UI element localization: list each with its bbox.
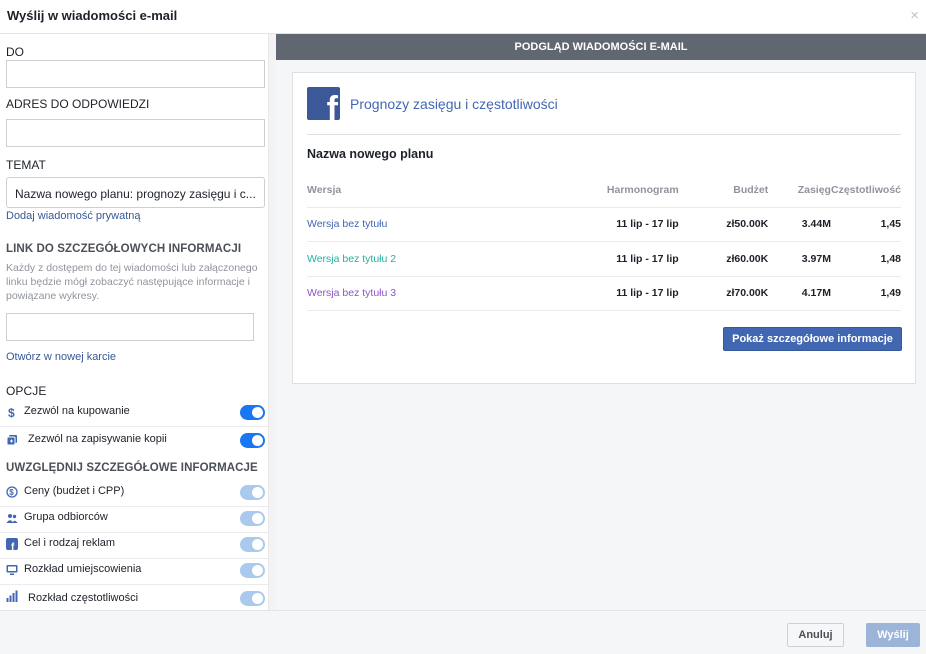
include-label: Ceny (budżet i CPP) xyxy=(24,485,125,497)
to-input[interactable] xyxy=(6,60,265,88)
plan-name: Nazwa nowego planu xyxy=(307,147,434,161)
app-title: Prognozy zasięgu i częstotliwości xyxy=(350,96,558,112)
bar-chart-icon xyxy=(6,590,18,602)
include-label: Cel i rodzaj reklam xyxy=(24,537,116,549)
column-header-schedule: Harmonogram xyxy=(545,174,679,208)
options-heading: OPCJE xyxy=(6,384,47,398)
include-label: Rozkład częstotliwości xyxy=(28,592,139,604)
include-objective: f Cel i rodzaj reklam xyxy=(0,533,268,559)
include-frequency: Rozkład częstotliwości xyxy=(0,585,268,610)
dialog-title: Wyślij w wiadomości e-mail xyxy=(7,8,178,23)
allow-purchase-toggle[interactable] xyxy=(240,405,265,420)
column-header-reach: Zasięg xyxy=(768,174,831,208)
include-prices: $ Ceny (budżet i CPP) xyxy=(0,481,268,507)
schedule-cell: 11 lip - 17 lip xyxy=(545,207,679,242)
version-name-link[interactable]: Wersja bez tytułu xyxy=(307,207,546,242)
people-icon xyxy=(6,514,18,523)
divider xyxy=(307,134,901,135)
column-header-budget: Budżet xyxy=(678,174,769,208)
column-header-frequency: Częstotliwość xyxy=(830,174,901,208)
details-link-heading: LINK DO SZCZEGÓŁOWYCH INFORMACJI xyxy=(6,243,242,255)
dollar-icon: $ xyxy=(8,406,15,418)
frequency-cell: 1,49 xyxy=(830,276,901,311)
preview-header: PODGLĄD WIADOMOŚCI E-MAIL xyxy=(276,34,926,60)
form-scrollbar[interactable] xyxy=(268,34,276,610)
budget-cell: zł50.00K xyxy=(678,207,769,242)
show-details-button[interactable]: Pokaż szczegółowe informacje xyxy=(723,327,902,351)
price-icon: $ xyxy=(6,486,18,498)
reach-cell: 3.44M xyxy=(768,207,831,242)
subject-input[interactable]: Nazwa nowego planu: prognozy zasięgu i c… xyxy=(6,177,265,208)
option-allow-save-copy: Zezwól na zapisywanie kopii xyxy=(0,429,268,455)
email-form-panel: DO ADRES DO ODPOWIEDZI TEMAT Nazwa noweg… xyxy=(0,34,276,610)
include-placement-toggle[interactable] xyxy=(240,563,265,578)
dialog-titlebar: Wyślij w wiadomości e-mail × xyxy=(0,0,926,34)
facebook-logo-icon: f xyxy=(307,87,340,120)
email-preview-card: f Prognozy zasięgu i częstotliwości Nazw… xyxy=(292,72,916,384)
send-button[interactable]: Wyślij xyxy=(866,623,920,647)
budget-cell: zł60.00K xyxy=(678,241,769,277)
email-preview-panel: PODGLĄD WIADOMOŚCI E-MAIL f Prognozy zas… xyxy=(276,34,926,610)
to-label: DO xyxy=(6,45,24,59)
option-label: Zezwól na kupowanie xyxy=(24,405,130,417)
table-header-row: Wersja Harmonogram Budżet Zasięg Częstot… xyxy=(307,174,901,208)
svg-text:$: $ xyxy=(9,488,14,497)
include-prices-toggle[interactable] xyxy=(240,485,265,500)
column-header-version: Wersja xyxy=(307,174,546,208)
add-private-message-link[interactable]: Dodaj wiadomość prywatną xyxy=(6,210,141,222)
logo-letter: f xyxy=(326,90,338,120)
cancel-button[interactable]: Anuluj xyxy=(787,623,844,647)
allow-save-copy-toggle[interactable] xyxy=(240,433,265,448)
include-label: Grupa odbiorców xyxy=(24,511,108,523)
dialog-footer: Anuluj Wyślij xyxy=(0,610,926,654)
reach-cell: 4.17M xyxy=(768,276,831,311)
subject-label: TEMAT xyxy=(6,158,46,172)
monitor-icon xyxy=(6,565,18,575)
open-in-new-tab-link[interactable]: Otwórz w nowej karcie xyxy=(6,351,116,363)
include-details-heading: UWZGLĘDNIJ SZCZEGÓŁOWE INFORMACJE xyxy=(6,462,258,474)
close-icon[interactable]: × xyxy=(910,8,919,24)
schedule-cell: 11 lip - 17 lip xyxy=(545,241,679,277)
frequency-cell: 1,45 xyxy=(830,207,901,242)
include-audience-toggle[interactable] xyxy=(240,511,265,526)
option-allow-purchase: $ Zezwól na kupowanie xyxy=(0,401,268,427)
include-frequency-toggle[interactable] xyxy=(240,591,265,606)
details-link-description: Każdy z dostępem do tej wiadomości lub z… xyxy=(6,262,258,302)
schedule-cell: 11 lip - 17 lip xyxy=(545,276,679,311)
svg-text:$: $ xyxy=(8,406,15,418)
subject-value: Nazwa nowego planu: prognozy zasięgu i c… xyxy=(15,187,256,201)
facebook-icon: f xyxy=(6,538,18,550)
include-objective-toggle[interactable] xyxy=(240,537,265,552)
option-label: Zezwól na zapisywanie kopii xyxy=(28,433,167,445)
versions-table: Wersja Harmonogram Budżet Zasięg Częstot… xyxy=(307,174,901,311)
frequency-cell: 1,48 xyxy=(830,241,901,277)
reach-cell: 3.97M xyxy=(768,241,831,277)
budget-cell: zł70.00K xyxy=(678,276,769,311)
include-placement: Rozkład umiejscowienia xyxy=(0,559,268,585)
version-name-link[interactable]: Wersja bez tytułu 3 xyxy=(307,276,546,311)
reply-to-input[interactable] xyxy=(6,119,265,147)
include-audience: Grupa odbiorców xyxy=(0,507,268,533)
details-link-input[interactable] xyxy=(6,313,254,341)
version-name-link[interactable]: Wersja bez tytułu 2 xyxy=(307,241,546,277)
table-row: Wersja bez tytułu 11 lip - 17 lip zł50.0… xyxy=(307,207,901,242)
table-row: Wersja bez tytułu 2 11 lip - 17 lip zł60… xyxy=(307,241,901,277)
include-label: Rozkład umiejscowienia xyxy=(24,563,142,575)
reply-to-label: ADRES DO ODPOWIEDZI xyxy=(6,97,150,111)
table-row: Wersja bez tytułu 3 11 lip - 17 lip zł70… xyxy=(307,276,901,311)
copy-icon xyxy=(6,435,17,446)
